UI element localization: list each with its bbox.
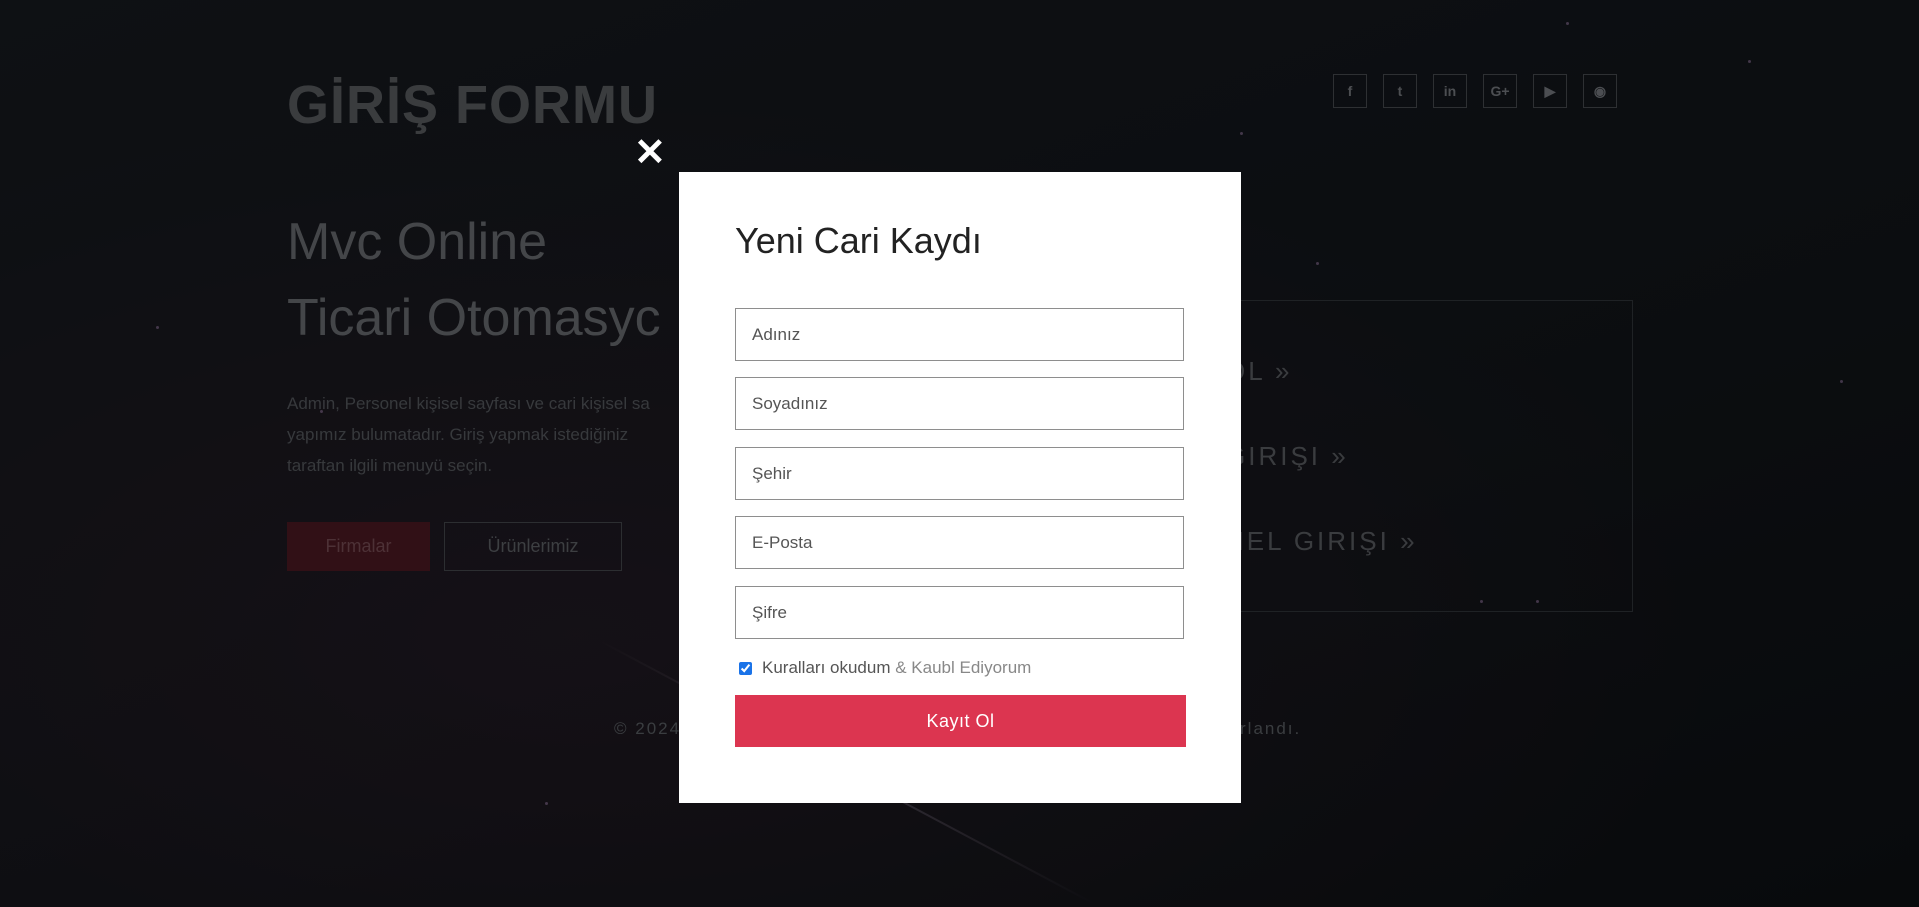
last-name-input[interactable]: [735, 377, 1184, 430]
first-name-input[interactable]: [735, 308, 1184, 361]
terms-checkbox[interactable]: [739, 661, 752, 675]
terms-row[interactable]: Kuralları okudum & Kaubl Ediyorum: [739, 658, 1031, 678]
register-modal: Yeni Cari Kaydı Kuralları okudum & Kaubl…: [679, 172, 1241, 803]
register-submit-button[interactable]: Kayıt Ol: [735, 695, 1186, 747]
email-input[interactable]: [735, 516, 1184, 569]
city-input[interactable]: [735, 447, 1184, 500]
password-input[interactable]: [735, 586, 1184, 639]
terms-accept-link[interactable]: & Kaubl Ediyorum: [895, 658, 1031, 677]
modal-title: Yeni Cari Kaydı: [735, 220, 982, 261]
terms-label: Kuralları okudum: [762, 658, 891, 677]
close-icon[interactable]: ✕: [634, 134, 666, 172]
